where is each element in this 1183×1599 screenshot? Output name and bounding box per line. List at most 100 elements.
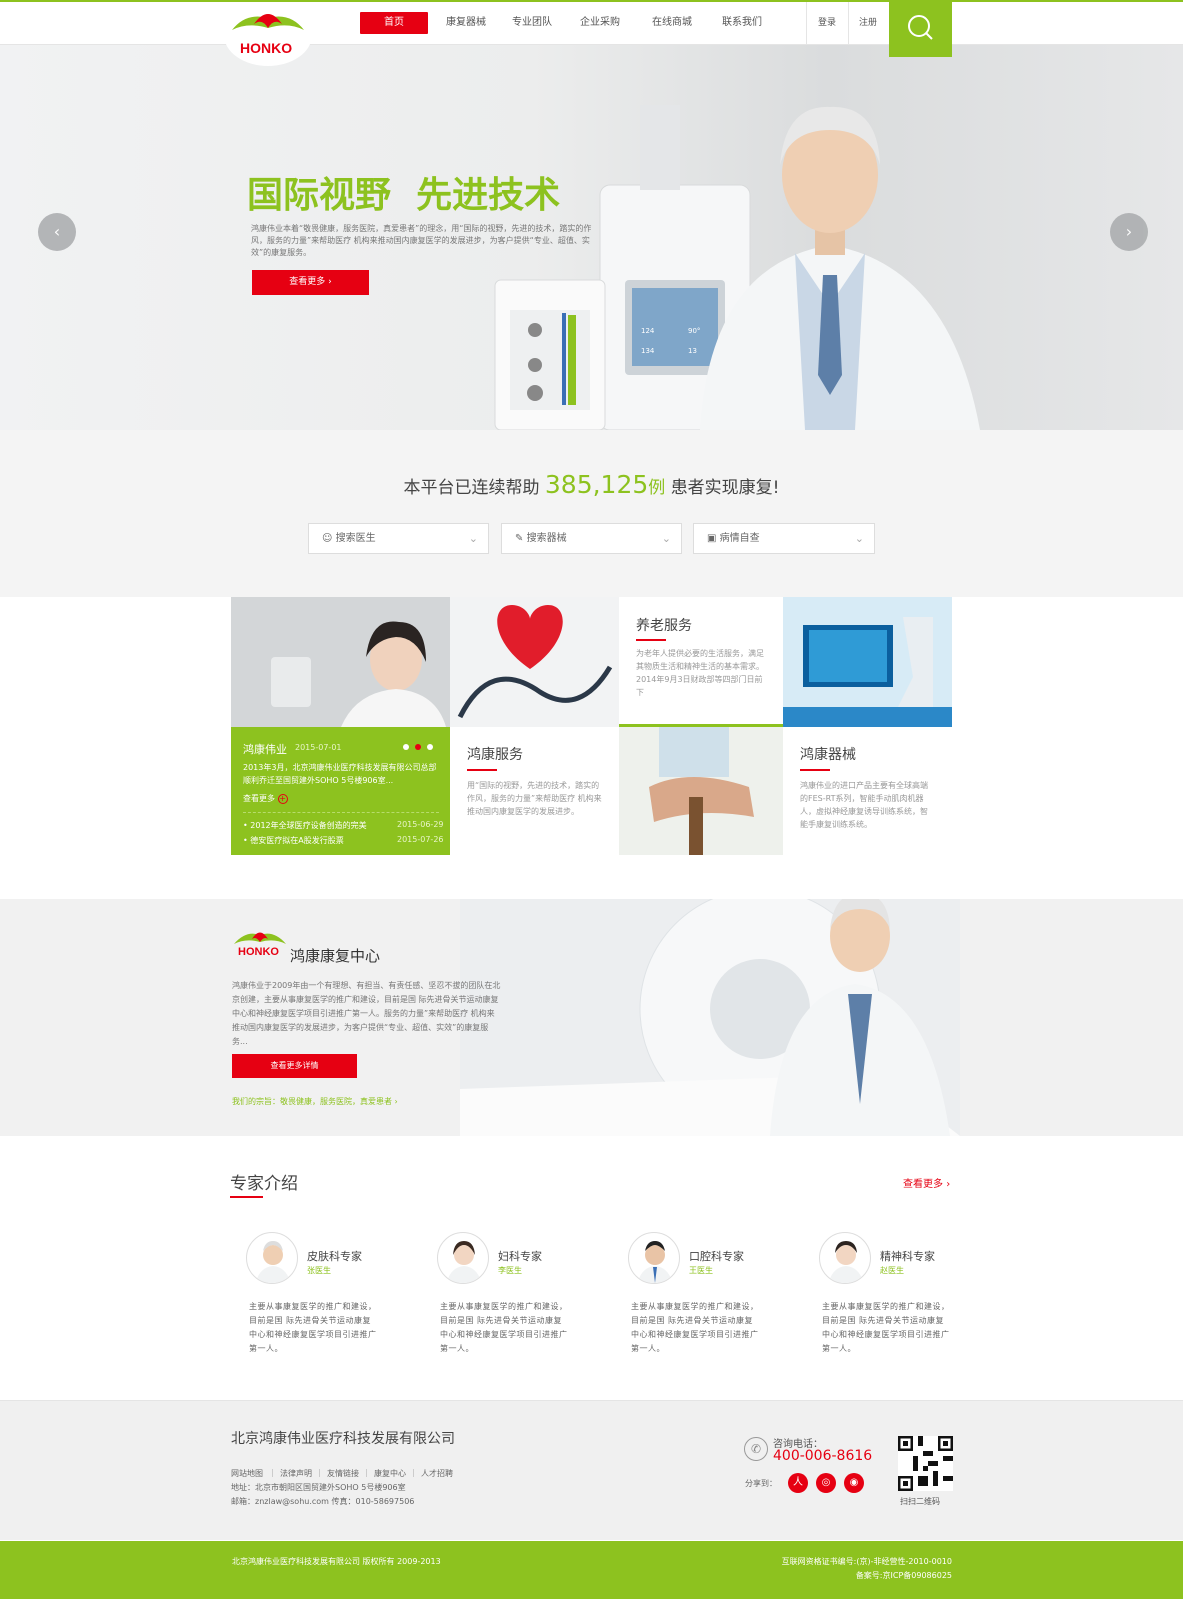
expert-avatar[interactable]: [819, 1232, 871, 1284]
news-photo[interactable]: [231, 597, 450, 727]
stats-section: [0, 430, 1183, 597]
service-tile[interactable]: 鸿康服务 用“国际的视野，先进的技术，踏实的作风，服务的力量”来帮助医疗 机构来…: [450, 727, 619, 855]
hero-title: 国际视野 先进技术: [247, 175, 561, 216]
footer-link-legal[interactable]: 法律声明: [280, 1468, 312, 1479]
hero-next-button[interactable]: ›: [1110, 213, 1148, 251]
stats-prefix: 本平台已连续帮助: [403, 478, 540, 498]
nav-contact[interactable]: 联系我们: [712, 12, 772, 34]
avatar-icon: [828, 1241, 864, 1283]
header-divider: [848, 2, 849, 45]
expert-description: 主要从事康复医学的推广和建设，目前是国 际先进骨关节运动康复中心和神经康复医学项…: [822, 1302, 950, 1353]
hero-prev-button[interactable]: ‹: [38, 213, 76, 251]
register-link[interactable]: 注册: [853, 12, 883, 34]
news-more-label: 查看更多: [243, 794, 275, 803]
news-text: 2013年3月，北京鸿康伟业医疗科技发展有限公司总部顺利乔迁至国贸建外SOHO …: [243, 763, 437, 785]
search-doctor-label: 搜索医生: [335, 533, 376, 544]
center-tagline-link[interactable]: 我们的宗旨：敬畏健康，服务医院，真爱患者 ›: [232, 1096, 398, 1107]
stats-suffix: 患者实现康复!: [670, 478, 780, 498]
share-weibo-icon[interactable]: ◉: [844, 1473, 864, 1493]
expert-description: 主要从事康复医学的推广和建设，目前是国 际先进骨关节运动康复中心和神经康复医学项…: [440, 1302, 568, 1353]
chevron-down-icon: ⌄: [468, 532, 478, 545]
company-name: 北京鸿康伟业医疗科技发展有限公司: [231, 1431, 455, 1447]
hero-banner: ‹ › 国际视野 先进技术 鸿康伟业本着“敬畏健康，服务医院，真爱患者”的理念，…: [0, 45, 1183, 430]
expert-title[interactable]: 皮肤科专家: [307, 1248, 362, 1264]
patient-count-line: 本平台已连续帮助 385,125例 患者实现康复!: [0, 470, 1183, 499]
experts-more-link[interactable]: 查看更多 ›: [903, 1175, 950, 1190]
device-title: 鸿康器械: [800, 747, 856, 763]
search-doctor-select[interactable]: ☺ 搜索医生 ⌄: [308, 523, 489, 554]
news-divider: [243, 812, 439, 813]
slider-dot-active[interactable]: [415, 744, 421, 750]
logo-leaf-icon: [234, 932, 286, 944]
expert-avatar[interactable]: [246, 1232, 298, 1284]
rehab-center-section: [0, 899, 1183, 1136]
elder-tile[interactable]: 养老服务 为老年人提供必要的生活服务，满足其物质生活和精神生活的基本需求。201…: [619, 597, 783, 724]
elder-photo[interactable]: [619, 727, 783, 855]
expert-title[interactable]: 口腔科专家: [689, 1248, 744, 1264]
footer-link-careers[interactable]: 人才招聘: [421, 1468, 453, 1479]
chevron-right-icon: ›: [1125, 222, 1133, 241]
expert-title[interactable]: 精神科专家: [880, 1248, 935, 1264]
patient-count: 385,125: [544, 470, 649, 499]
expert-avatar[interactable]: [437, 1232, 489, 1284]
share-wechat-icon[interactable]: ◎: [816, 1473, 836, 1493]
stats-unit: 例: [648, 478, 666, 498]
slider-dot[interactable]: [403, 744, 409, 750]
device-photo[interactable]: [783, 597, 952, 727]
expert-description: 主要从事康复医学的推广和建设，目前是国 际先进骨关节运动康复中心和神经康复医学项…: [249, 1302, 377, 1353]
news-title: 鸿康伟业: [243, 743, 287, 756]
expert-title[interactable]: 妇科专家: [498, 1248, 542, 1264]
footer-link-friends[interactable]: 友情链接: [327, 1468, 359, 1479]
microscope-illustration: [783, 597, 952, 727]
center-description: 鸿康伟业于2009年由一个有理想、有担当、有责任感、坚忍不拔的团队在北京创建，主…: [232, 981, 501, 1046]
expert-name: 赵医生: [880, 1266, 904, 1275]
share-label: 分享到：: [745, 1479, 777, 1488]
device-text: 鸿康伟业的进口产品主要有全球高端的FES-RT系列，智能手动肌肉机器人，虚拟神经…: [800, 781, 928, 829]
nav-home[interactable]: 首页: [360, 12, 428, 34]
title-underline: [636, 639, 666, 641]
logo-leaf-icon: [232, 14, 304, 30]
footer-link-rehab-center[interactable]: 康复中心: [374, 1468, 406, 1479]
nav-enterprise-purchase[interactable]: 企业采购: [570, 12, 630, 34]
slider-dot[interactable]: [427, 744, 433, 750]
logo-text: HONKO: [240, 40, 293, 56]
doctor-illustration: [770, 899, 950, 1136]
self-check-select[interactable]: ▣ 病情自查 ⌄: [693, 523, 875, 554]
search-button[interactable]: [889, 0, 952, 57]
hero-more-label: 查看更多: [289, 277, 326, 287]
share-renren-icon[interactable]: 人: [788, 1473, 808, 1493]
search-device-label: 搜索器械: [526, 533, 567, 544]
center-title: 鸿康康复中心: [290, 947, 381, 965]
monitor-reading: 134: [641, 347, 655, 355]
device-tile[interactable]: 鸿康器械 鸿康伟业的进口产品主要有全球高端的FES-RT系列，智能手动肌肉机器人…: [783, 727, 952, 855]
news-item-date: 2015-07-26: [397, 835, 444, 844]
login-link[interactable]: 登录: [812, 12, 842, 34]
avatar-icon: [637, 1241, 673, 1283]
footer-contact: 邮箱：znzlaw@sohu.com 传真：010-58697506: [231, 1497, 415, 1506]
nav-pro-team[interactable]: 专业团队: [502, 12, 562, 34]
expert-avatar[interactable]: [628, 1232, 680, 1284]
nav-rehab-devices[interactable]: 康复器械: [436, 12, 496, 34]
hero-more-button[interactable]: 查看更多 ›: [252, 270, 369, 295]
heart-photo[interactable]: [450, 597, 619, 727]
chevron-down-icon: ⌄: [854, 532, 864, 545]
news-more-link[interactable]: 查看更多 +: [243, 793, 288, 804]
footer-link-separator: |: [412, 1468, 415, 1477]
elder-title: 养老服务: [636, 618, 692, 634]
center-more-button[interactable]: 查看更多详情: [232, 1054, 357, 1078]
title-underline: [230, 1196, 263, 1198]
search-device-select[interactable]: ✎ 搜索器械 ⌄: [501, 523, 682, 554]
footer-link-sitemap[interactable]: 网站地图: [231, 1468, 263, 1479]
news-item-date: 2015-06-29: [397, 820, 444, 829]
monitor-reading: 13: [688, 347, 697, 355]
title-underline: [800, 769, 830, 771]
hands-illustration: [649, 727, 754, 855]
site-logo[interactable]: HONKO: [224, 4, 312, 66]
monitor-reading: 124: [641, 327, 655, 335]
hero-description: 鸿康伟业本着“敬畏健康，服务医院，真爱患者”的理念，用“国际的视野，先进的技术，…: [251, 224, 592, 257]
nav-online-store[interactable]: 在线商城: [642, 12, 702, 34]
news-list-item[interactable]: • 德安医疗拟在A股发行股票: [243, 835, 344, 846]
news-list-item[interactable]: • 2012年全球医疗设备创造的完美: [243, 820, 367, 831]
expert-name: 王医生: [689, 1266, 713, 1275]
center-logo-text: HONKO: [238, 946, 279, 958]
